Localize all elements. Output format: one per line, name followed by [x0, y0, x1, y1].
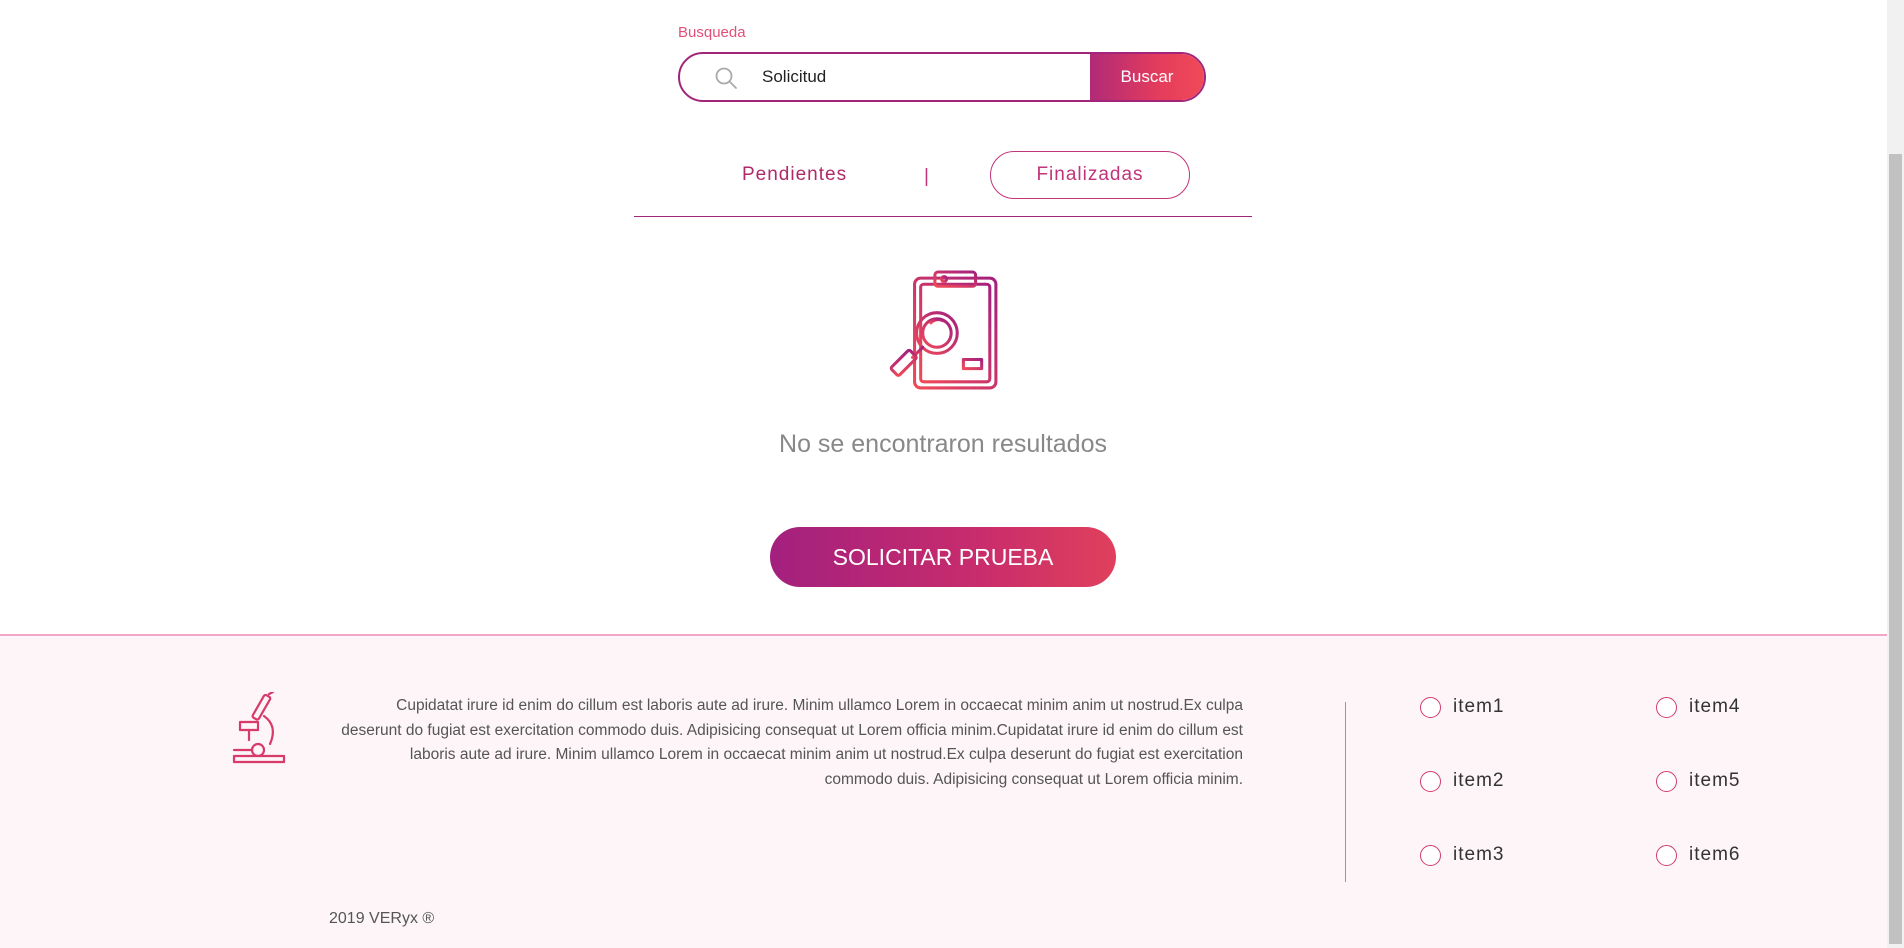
footer-item-label: item2 — [1453, 770, 1505, 791]
search-icon — [715, 67, 737, 89]
tab-finalizadas[interactable]: Finalizadas — [990, 151, 1190, 199]
footer-description: Cupidatat irure id enim do cillum est la… — [341, 697, 1243, 788]
radio-button[interactable] — [1420, 770, 1441, 792]
footer-item-1[interactable]: item1 — [1420, 696, 1504, 718]
search-box: Buscar — [678, 52, 1206, 102]
empty-results-message: No se encontraron resultados — [779, 430, 1107, 458]
footer-item-label: item6 — [1689, 844, 1741, 865]
microscope-icon — [232, 692, 286, 764]
search-button[interactable]: Buscar — [1090, 54, 1204, 100]
status-tabs: Pendientes | Finalizadas — [634, 150, 1252, 217]
footer: Cupidatat irure id enim do cillum est la… — [0, 634, 1887, 948]
footer-item-3[interactable]: item3 — [1420, 844, 1504, 866]
footer-item-4[interactable]: item4 — [1656, 696, 1740, 718]
request-test-button[interactable]: SOLICITAR PRUEBA — [770, 527, 1116, 587]
footer-item-label: item3 — [1453, 844, 1505, 865]
page: Busqueda Buscar Pendientes | Finalizadas — [0, 0, 1904, 948]
radio-button[interactable] — [1420, 844, 1441, 866]
footer-item-5[interactable]: item5 — [1656, 770, 1740, 792]
search-label: Busqueda — [678, 24, 746, 41]
footer-item-6[interactable]: item6 — [1656, 844, 1740, 866]
footer-item-label: item1 — [1453, 696, 1505, 717]
copyright: 2019 VERyx ® — [329, 910, 435, 927]
radio-button[interactable] — [1656, 844, 1677, 866]
tab-pendientes[interactable]: Pendientes — [742, 164, 847, 186]
footer-item-label: item5 — [1689, 770, 1741, 791]
radio-button[interactable] — [1656, 770, 1677, 792]
scrollbar-thumb[interactable] — [1889, 154, 1902, 944]
radio-button[interactable] — [1656, 696, 1677, 718]
tab-divider: | — [924, 166, 929, 187]
scrollbar[interactable] — [1887, 0, 1904, 948]
footer-item-2[interactable]: item2 — [1420, 770, 1504, 792]
footer-item-label: item4 — [1689, 696, 1741, 717]
search-input[interactable] — [762, 54, 1082, 100]
radio-button[interactable] — [1420, 696, 1441, 718]
clipboard-search-icon — [889, 270, 998, 390]
footer-divider — [1345, 702, 1346, 882]
